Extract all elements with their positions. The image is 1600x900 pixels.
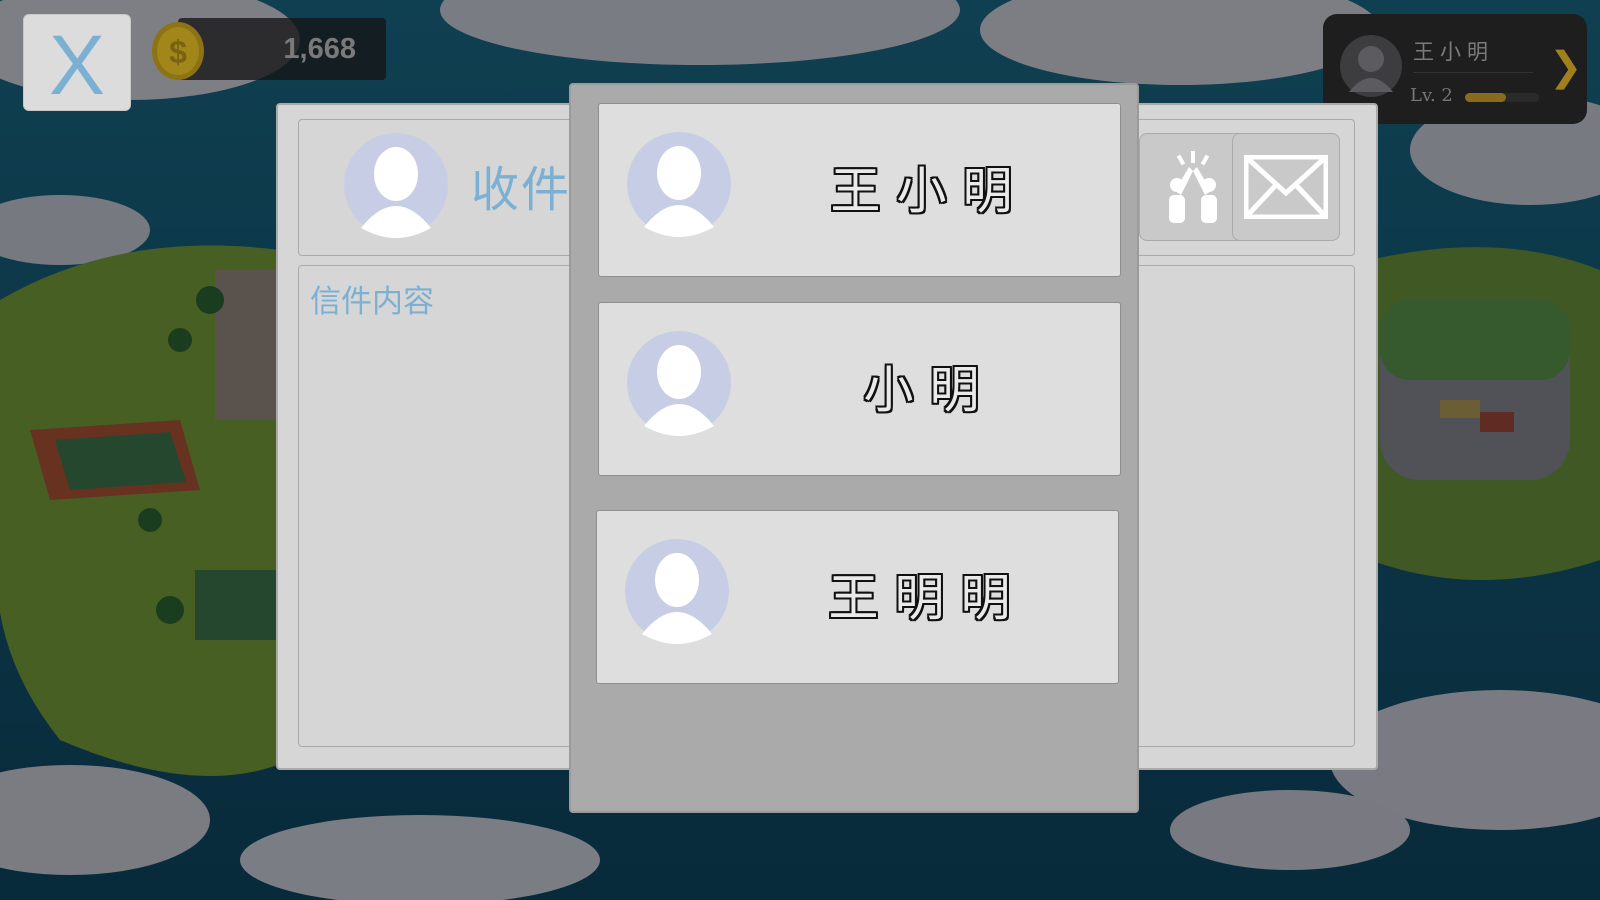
contact-item[interactable]: 小明 <box>598 302 1121 476</box>
contact-name: 王明明 <box>828 569 1027 627</box>
close-label: X <box>48 17 106 112</box>
coin-icon: $ <box>152 22 204 80</box>
svg-text:$: $ <box>169 34 187 70</box>
player-avatar-icon <box>1340 35 1402 97</box>
high-five-icon <box>1169 151 1217 223</box>
recipient-dropdown[interactable]: 王小明 小明 王明明 <box>569 83 1139 813</box>
chevron-right-icon[interactable]: ❯ <box>1549 44 1583 90</box>
coin-count: 1,668 <box>283 33 356 65</box>
mail-content-placeholder: 信件内容 <box>310 284 434 320</box>
send-mail-button[interactable] <box>1232 133 1340 241</box>
contact-avatar-icon <box>625 539 729 644</box>
contact-avatar-icon <box>627 331 731 436</box>
player-name: 王小明 <box>1413 40 1494 64</box>
high-five-button[interactable] <box>1139 133 1247 241</box>
envelope-icon <box>1244 155 1328 219</box>
recipient-avatar-icon <box>344 133 448 238</box>
contact-name: 王小明 <box>830 162 1029 220</box>
contact-item[interactable]: 王明明 <box>596 510 1119 684</box>
recipient-label[interactable]: 收件 <box>471 150 571 220</box>
contact-name: 小明 <box>863 361 996 419</box>
xp-bar <box>1465 93 1539 102</box>
profile-divider <box>1413 72 1533 73</box>
contact-avatar-icon <box>627 132 731 237</box>
close-button[interactable]: X <box>23 14 131 111</box>
player-level: Lv. 2 <box>1410 85 1453 106</box>
contact-item[interactable]: 王小明 <box>598 103 1121 277</box>
xp-bar-fill <box>1465 93 1506 102</box>
